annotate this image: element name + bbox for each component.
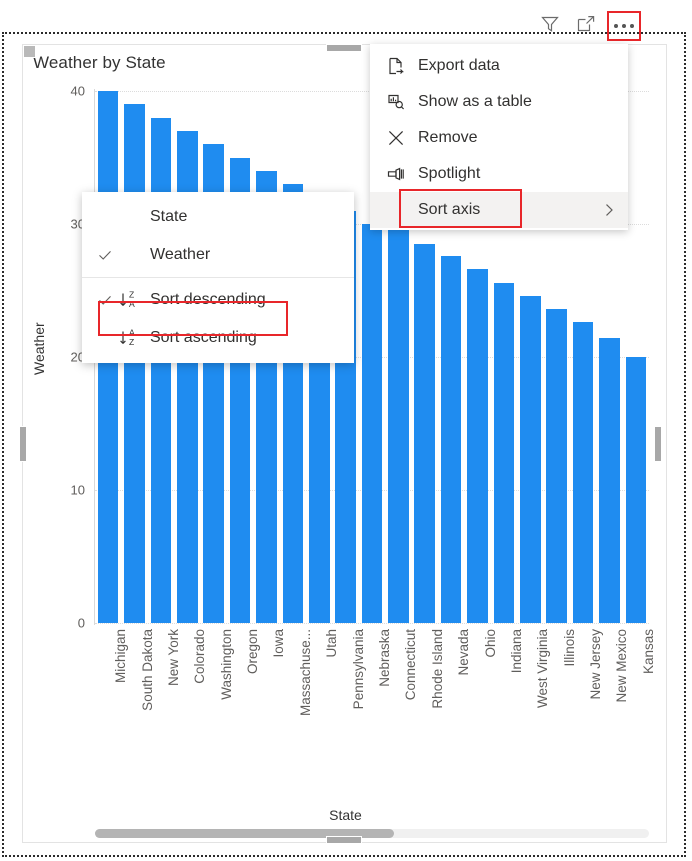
visual-header-toolbar[interactable]	[535, 10, 660, 42]
x-axis-tick-label: Kansas	[640, 629, 656, 675]
menu-item-show-as-a-table[interactable]: Show as a table	[370, 84, 628, 120]
chevron-right-icon	[600, 201, 618, 219]
sort-option-label: Sort ascending	[150, 329, 257, 346]
x-axis-tick-label: Oregon	[245, 629, 261, 675]
x-axis-tick-label: Iowa	[271, 629, 287, 658]
sort-option-label: State	[150, 208, 188, 225]
sort-option-state[interactable]: State	[82, 198, 354, 236]
menu-item-label: Remove	[418, 129, 478, 146]
bar[interactable]	[467, 269, 488, 623]
y-axis-tick-label: 10	[70, 482, 85, 498]
submenu-divider	[82, 277, 354, 278]
menu-item-export-data[interactable]: Export data	[370, 48, 628, 84]
bar[interactable]	[361, 224, 383, 623]
gridline	[95, 623, 649, 625]
svg-text:A: A	[129, 299, 135, 309]
bar[interactable]	[546, 309, 567, 623]
page-title: Weather by State	[33, 53, 166, 72]
x-axis-tick-label: New York	[165, 629, 181, 687]
bar[interactable]	[572, 322, 594, 623]
sort-option-label: Weather	[150, 246, 211, 263]
x-axis-tick-label: Illinois	[561, 629, 577, 667]
x-axis-tick-label: Pennsylvania	[350, 629, 366, 710]
x-axis-tick-label: West Virginia	[535, 629, 551, 709]
bar[interactable]	[519, 295, 541, 623]
sort-ascending-icon: AZ	[116, 328, 142, 348]
y-axis-tick-label: 0	[77, 615, 85, 631]
resize-handle-bottom-center[interactable]	[326, 836, 362, 844]
sort-option-sort-ascending[interactable]: A Z Sort ascending	[82, 319, 354, 357]
x-axis-tick-label: Nevada	[456, 629, 472, 676]
filter-button[interactable]	[535, 12, 565, 40]
bar[interactable]	[625, 357, 647, 623]
menu-item-spotlight[interactable]: Spotlight	[370, 156, 628, 192]
x-axis-tick-label: Ohio	[482, 629, 498, 658]
x-axis-title: State	[329, 807, 362, 823]
visual-context-menu[interactable]: Export data Show as a table Remove Spotligh…	[370, 44, 628, 230]
bar[interactable]	[388, 228, 409, 623]
resize-handle-right-middle[interactable]	[654, 426, 662, 462]
focus-mode-icon	[576, 14, 596, 39]
x-axis-tick-label: New Jersey	[588, 629, 604, 700]
x-axis-tick-label: Michigan	[113, 629, 129, 684]
more-options-button[interactable]	[607, 11, 641, 41]
menu-item-label: Spotlight	[418, 165, 481, 182]
sort-option-weather[interactable]: Weather	[82, 236, 354, 274]
x-axis-tick-label: Indiana	[508, 629, 524, 674]
export-data-icon	[382, 56, 410, 76]
sort-option-sort-descending[interactable]: Z A Sort descending	[82, 281, 354, 319]
x-axis-tick-label: Colorado	[192, 629, 208, 684]
remove-icon	[382, 128, 410, 148]
bar[interactable]	[414, 243, 436, 623]
x-axis-tick-label: Utah	[324, 629, 340, 658]
checkmark-icon	[94, 292, 116, 308]
bar[interactable]	[124, 104, 145, 623]
menu-item-sort-axis[interactable]: Sort axis	[370, 192, 628, 228]
x-axis-tick-label: Nebraska	[377, 629, 392, 687]
filter-icon	[540, 14, 560, 39]
horizontal-scrollbar-track[interactable]	[95, 829, 649, 838]
menu-item-label: Show as a table	[418, 93, 532, 110]
focus-mode-button[interactable]	[571, 12, 601, 40]
bar[interactable]	[440, 255, 462, 623]
bar[interactable]	[599, 338, 620, 623]
resize-handle-top-center[interactable]	[326, 44, 362, 52]
x-axis-tick-label: Rhode Island	[429, 629, 445, 709]
x-axis-tick-label: Washington	[218, 629, 234, 700]
resize-handle-left-middle[interactable]	[19, 426, 27, 462]
y-axis-tick-label: 40	[70, 83, 85, 99]
sort-option-label: Sort descending	[150, 291, 266, 308]
more-options-icon	[614, 24, 634, 28]
menu-item-label: Export data	[418, 57, 500, 74]
x-axis-tick-label: South Dakota	[139, 629, 155, 711]
menu-item-label: Sort axis	[418, 201, 481, 218]
spotlight-icon	[382, 164, 410, 184]
x-axis-tick-label: Massachuse...	[297, 629, 313, 717]
svg-text:Z: Z	[129, 337, 134, 347]
bar[interactable]	[493, 282, 515, 623]
checkmark-icon	[94, 247, 116, 263]
menu-item-remove[interactable]: Remove	[370, 120, 628, 156]
x-axis-tick-label: Connecticut	[403, 629, 419, 701]
sort-axis-submenu[interactable]: State Weather Z A Sort descending A Z Sort asce…	[82, 192, 354, 363]
resize-handle-top-left[interactable]	[23, 45, 36, 58]
show-as-table-icon	[382, 92, 410, 112]
y-axis-title: Weather	[31, 322, 47, 375]
x-axis-tick-label: New Mexico	[614, 629, 630, 703]
sort-descending-icon: ZA	[116, 290, 142, 310]
